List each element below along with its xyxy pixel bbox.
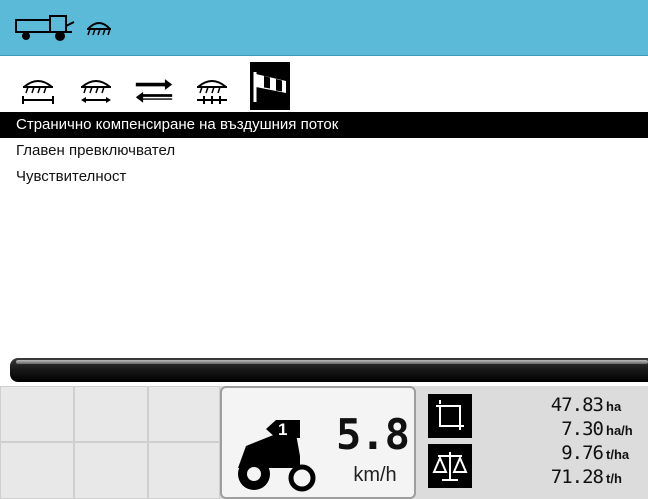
stat-unit: t/ha: [606, 447, 630, 462]
empty-slot[interactable]: [148, 442, 220, 499]
stat-row: 47.83 ha: [484, 394, 644, 418]
scale-icon: [432, 452, 468, 481]
horizontal-scrollbar[interactable]: [10, 358, 648, 382]
tab-bar: [0, 62, 648, 110]
empty-slot[interactable]: [74, 442, 148, 499]
gear-number: 1: [278, 420, 288, 439]
side-icon-column: [428, 394, 474, 494]
stat-value: 7.30: [561, 418, 604, 440]
speed-panel[interactable]: 1 5.8 km/h: [220, 386, 416, 499]
yield-counter-button[interactable]: [428, 444, 472, 488]
stat-row: 9.76 t/ha: [484, 442, 644, 466]
header-unit-icon[interactable]: [86, 19, 112, 37]
stat-row: 71.28 t/h: [484, 466, 644, 490]
settings-menu: Странично компенсиране на въздушния пото…: [0, 112, 648, 190]
dashboard: 1 5.8 km/h 47.83 ha 7.30 ha/h 9.76 t/ha …: [0, 386, 648, 499]
swap-arrows-icon: [135, 79, 173, 103]
header-sections-icon: [197, 80, 227, 104]
stat-unit: t/h: [606, 471, 622, 486]
stat-value: 9.76: [561, 442, 604, 464]
stat-value: 47.83: [550, 394, 604, 416]
tab-header-sections[interactable]: [192, 70, 232, 110]
stat-value: 71.28: [550, 466, 604, 488]
windsock-icon: [253, 72, 286, 102]
combine-harvester-icon[interactable]: [14, 14, 76, 42]
tab-swap[interactable]: [134, 70, 174, 110]
menu-item-sensitivity[interactable]: Чувствителност: [0, 164, 648, 190]
header-lateral-icon: [81, 80, 111, 103]
stat-unit: ha: [606, 399, 622, 414]
speed-unit: km/h: [353, 464, 397, 486]
stat-unit: ha/h: [606, 423, 633, 438]
counters-panel: 47.83 ha 7.30 ha/h 9.76 t/ha 71.28 t/h: [484, 394, 644, 490]
scrollbar-highlight: [16, 360, 648, 364]
empty-slot[interactable]: [0, 386, 74, 442]
title-bar: [0, 0, 648, 56]
tab-header-lateral[interactable]: [76, 70, 116, 110]
area-counter-button[interactable]: [428, 394, 472, 438]
tab-windsock[interactable]: [250, 62, 290, 110]
empty-slot[interactable]: [0, 442, 74, 499]
menu-item-main-switch[interactable]: Главен превключвател: [0, 138, 648, 164]
speed-value: 5.8: [336, 410, 410, 459]
menu-item-lateral-airflow-compensation[interactable]: Странично компенсиране на въздушния пото…: [0, 112, 648, 138]
empty-slot[interactable]: [74, 386, 148, 442]
tab-header-width[interactable]: [18, 70, 58, 110]
area-icon: [436, 400, 464, 430]
stat-row: 7.30 ha/h: [484, 418, 644, 442]
header-width-icon: [22, 80, 54, 104]
empty-slot[interactable]: [148, 386, 220, 442]
